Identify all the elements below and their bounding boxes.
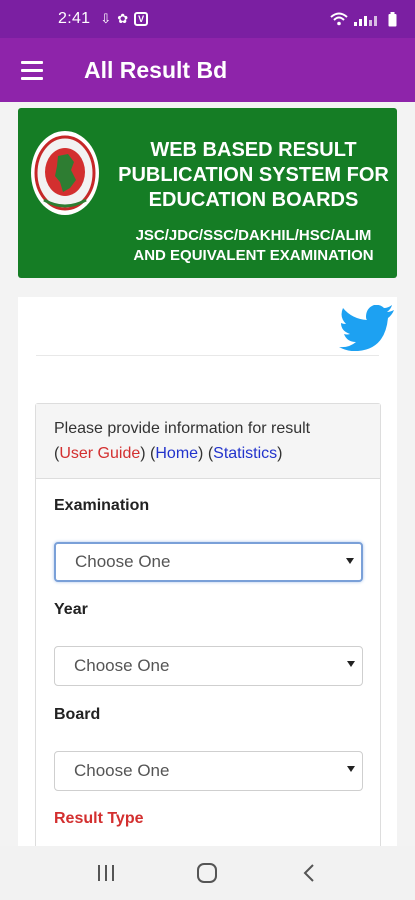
board-select[interactable]: Choose One	[54, 751, 363, 791]
home-link[interactable]: Home	[155, 445, 198, 462]
paren: )	[277, 445, 283, 462]
webview-content: WEB BASED RESULT PUBLICATION SYSTEM FOR …	[0, 102, 415, 846]
banner-title-line: EDUCATION BOARDS	[148, 189, 359, 211]
hamburger-icon-line	[21, 76, 43, 80]
banner-subtitle-line: AND EQUIVALENT EXAMINATION	[133, 247, 374, 264]
signal-icon	[354, 16, 377, 26]
app-notification-icon: V	[134, 12, 149, 26]
dropdown-arrow-icon	[346, 558, 354, 564]
status-time: 2:41	[58, 10, 91, 27]
download-icon: ⇩	[100, 11, 112, 26]
board-select-value: Choose One	[74, 761, 170, 780]
home-button[interactable]	[187, 853, 227, 893]
app-title: All Result Bd	[84, 56, 228, 83]
menu-button[interactable]	[4, 38, 60, 102]
notification-icons: ⇩ ✿ V	[100, 11, 149, 27]
year-select-value: Choose One	[74, 656, 170, 675]
year-label: Year	[54, 601, 88, 618]
form-intro: Please provide information for result (U…	[36, 404, 380, 479]
board-label: Board	[54, 706, 101, 723]
back-icon	[303, 864, 314, 882]
battery-icon	[388, 11, 397, 26]
back-button[interactable]	[289, 853, 329, 893]
banner-subtitle-line: JSC/JDC/SSC/DAKHIL/HSC/ALIM	[135, 227, 372, 244]
status-right-icons	[330, 11, 397, 27]
dropdown-arrow-icon	[347, 661, 355, 667]
divider	[36, 355, 379, 356]
banner-title-line: WEB BASED RESULT	[150, 139, 357, 161]
recent-apps-icon	[97, 865, 114, 881]
app-bar: All Result Bd	[0, 38, 415, 102]
paren: )	[140, 445, 146, 462]
government-seal-icon	[31, 131, 99, 215]
result-panel: Please provide information for result (U…	[18, 297, 397, 846]
paren: )	[198, 445, 204, 462]
header-banner: WEB BASED RESULT PUBLICATION SYSTEM FOR …	[18, 108, 397, 278]
wifi-icon	[330, 12, 348, 26]
hamburger-icon	[21, 60, 43, 64]
banner-subtitle: JSC/JDC/SSC/DAKHIL/HSC/ALIM AND EQUIVALE…	[110, 226, 397, 266]
recent-apps-button[interactable]	[86, 853, 126, 893]
user-guide-link[interactable]: User Guide	[59, 445, 140, 462]
dropdown-arrow-icon	[347, 766, 355, 772]
examination-label: Examination	[54, 497, 150, 514]
year-select[interactable]: Choose One	[54, 646, 363, 686]
banner-title-line: PUBLICATION SYSTEM FOR	[118, 164, 389, 186]
form-intro-text: Please provide information for result	[54, 420, 311, 437]
banner-title: WEB BASED RESULT PUBLICATION SYSTEM FOR …	[110, 138, 397, 213]
home-icon	[197, 863, 218, 883]
system-nav-bar	[0, 846, 415, 900]
settings-icon: ✿	[117, 11, 129, 26]
twitter-icon[interactable]	[339, 305, 395, 351]
result-type-label: Result Type	[54, 810, 144, 827]
result-form: Please provide information for result (U…	[35, 403, 381, 846]
examination-select[interactable]: Choose One	[54, 542, 363, 582]
status-bar: 2:41 ⇩ ✿ V	[0, 0, 415, 38]
examination-select-value: Choose One	[75, 552, 171, 571]
hamburger-icon-line	[21, 68, 43, 72]
statistics-link[interactable]: Statistics	[213, 445, 277, 462]
